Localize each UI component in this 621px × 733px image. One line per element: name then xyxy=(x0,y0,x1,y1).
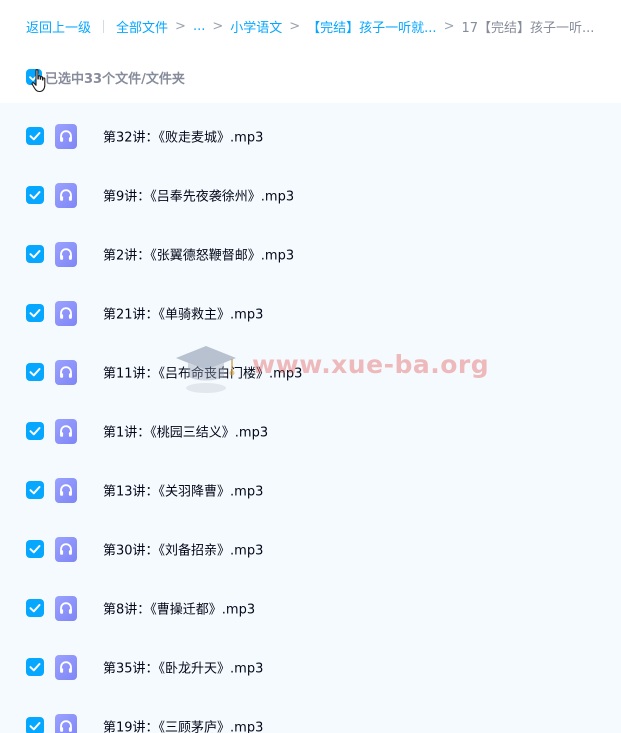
breadcrumb-divider xyxy=(103,19,105,33)
checkbox-checked-icon xyxy=(29,249,41,258)
file-row[interactable]: 第2讲：《张翼德怒鞭督邮》.mp3 xyxy=(0,224,621,283)
headphones-icon xyxy=(60,188,72,201)
audio-file-icon xyxy=(55,418,77,444)
headphones-icon xyxy=(60,424,72,437)
audio-file-icon xyxy=(55,182,77,208)
file-name[interactable]: 第1讲：《桃园三结义》.mp3 xyxy=(103,421,268,440)
chevron-right-icon: > xyxy=(289,18,301,34)
headphones-icon xyxy=(60,306,72,319)
audio-file-icon xyxy=(55,477,77,503)
file-row[interactable]: 第13讲：《关羽降曹》.mp3 xyxy=(0,460,621,519)
file-row[interactable]: 第19讲：《三顾茅庐》.mp3 xyxy=(0,696,621,733)
file-checkbox[interactable] xyxy=(26,421,44,440)
headphones-icon xyxy=(60,483,72,496)
file-checkbox[interactable] xyxy=(26,244,44,263)
headphones-icon xyxy=(60,129,72,142)
selection-bar: 已选中33个文件/文件夹 xyxy=(0,52,621,102)
chevron-right-icon: > xyxy=(175,18,186,34)
back-link[interactable]: 返回上一级 xyxy=(26,17,91,36)
audio-file-icon xyxy=(55,241,77,267)
checkbox-checked-icon xyxy=(29,131,41,140)
file-checkbox[interactable] xyxy=(26,480,44,499)
breadcrumb-level-2[interactable]: 【完结】孩子一听就... xyxy=(307,17,436,36)
headphones-icon xyxy=(60,719,72,732)
file-name[interactable]: 第19讲：《三顾茅庐》.mp3 xyxy=(103,716,263,733)
file-row[interactable]: 第1讲：《桃园三结义》.mp3 xyxy=(0,401,621,460)
checkbox-checked-icon xyxy=(29,367,41,376)
headphones-icon xyxy=(60,247,72,260)
selection-summary: 已选中33个文件/文件夹 xyxy=(45,71,185,87)
audio-file-icon xyxy=(55,536,77,562)
audio-file-icon xyxy=(55,359,77,385)
breadcrumb: 返回上一级 全部文件 > ... > 小学语文 > 【完结】孩子一听就... >… xyxy=(0,0,621,52)
audio-file-icon xyxy=(55,123,77,149)
checkbox-checked-icon xyxy=(29,544,41,553)
audio-file-icon xyxy=(55,654,77,680)
chevron-right-icon: > xyxy=(443,18,455,34)
file-row[interactable]: 第11讲：《吕布命丧白门楼》.mp3 xyxy=(0,342,621,401)
checkbox-checked-icon xyxy=(29,308,41,317)
file-name[interactable]: 第8讲：《曹操迁都》.mp3 xyxy=(103,598,255,617)
file-row[interactable]: 第8讲：《曹操迁都》.mp3 xyxy=(0,578,621,637)
file-checkbox[interactable] xyxy=(26,539,44,558)
checkbox-checked-icon xyxy=(29,603,41,612)
file-name[interactable]: 第11讲：《吕布命丧白门楼》.mp3 xyxy=(103,362,302,381)
file-name[interactable]: 第2讲：《张翼德怒鞭督邮》.mp3 xyxy=(103,244,294,263)
audio-file-icon xyxy=(55,713,77,733)
breadcrumb-all-files[interactable]: 全部文件 xyxy=(116,17,168,36)
breadcrumb-current: 17【完结】孩子一听... xyxy=(461,20,595,36)
audio-file-icon xyxy=(55,300,77,326)
file-row[interactable]: 第30讲：《刘备招亲》.mp3 xyxy=(0,519,621,578)
file-name[interactable]: 第32讲：《败走麦城》.mp3 xyxy=(103,126,263,145)
file-checkbox[interactable] xyxy=(26,303,44,322)
checkbox-checked-icon xyxy=(29,662,41,671)
file-checkbox[interactable] xyxy=(26,657,44,676)
file-name[interactable]: 第9讲：《吕奉先夜袭徐州》.mp3 xyxy=(103,185,294,204)
file-row[interactable]: 第32讲：《败走麦城》.mp3 xyxy=(0,106,621,165)
file-row[interactable]: 第9讲：《吕奉先夜袭徐州》.mp3 xyxy=(0,165,621,224)
file-row[interactable]: 第21讲：《单骑救主》.mp3 xyxy=(0,283,621,342)
breadcrumb-ellipsis[interactable]: ... xyxy=(193,19,205,34)
headphones-icon xyxy=(60,542,72,555)
file-name[interactable]: 第35讲：《卧龙升天》.mp3 xyxy=(103,657,263,676)
file-name[interactable]: 第21讲：《单骑救主》.mp3 xyxy=(103,303,263,322)
breadcrumb-level-1[interactable]: 小学语文 xyxy=(230,17,282,36)
file-list: 第32讲：《败走麦城》.mp3 第9讲：《吕奉先夜袭徐州》.mp3 第2讲：《张翼德… xyxy=(0,103,621,733)
checkbox-checked-icon xyxy=(29,485,41,494)
headphones-icon xyxy=(60,660,72,673)
file-checkbox[interactable] xyxy=(26,126,44,145)
file-name[interactable]: 第13讲：《关羽降曹》.mp3 xyxy=(103,480,263,499)
file-checkbox[interactable] xyxy=(26,362,44,381)
file-name[interactable]: 第30讲：《刘备招亲》.mp3 xyxy=(103,539,263,558)
audio-file-icon xyxy=(55,595,77,621)
hand-pointer-icon xyxy=(31,69,46,93)
chevron-right-icon: > xyxy=(212,18,224,34)
file-browser: 返回上一级 全部文件 > ... > 小学语文 > 【完结】孩子一听就... >… xyxy=(0,0,621,733)
file-row[interactable]: 第35讲：《卧龙升天》.mp3 xyxy=(0,637,621,696)
headphones-icon xyxy=(60,365,72,378)
file-checkbox[interactable] xyxy=(26,185,44,204)
headphones-icon xyxy=(60,601,72,614)
checkbox-checked-icon xyxy=(29,190,41,199)
file-checkbox[interactable] xyxy=(26,598,44,617)
checkbox-checked-icon xyxy=(29,426,41,435)
checkbox-checked-icon xyxy=(29,721,41,730)
file-checkbox[interactable] xyxy=(26,716,44,733)
